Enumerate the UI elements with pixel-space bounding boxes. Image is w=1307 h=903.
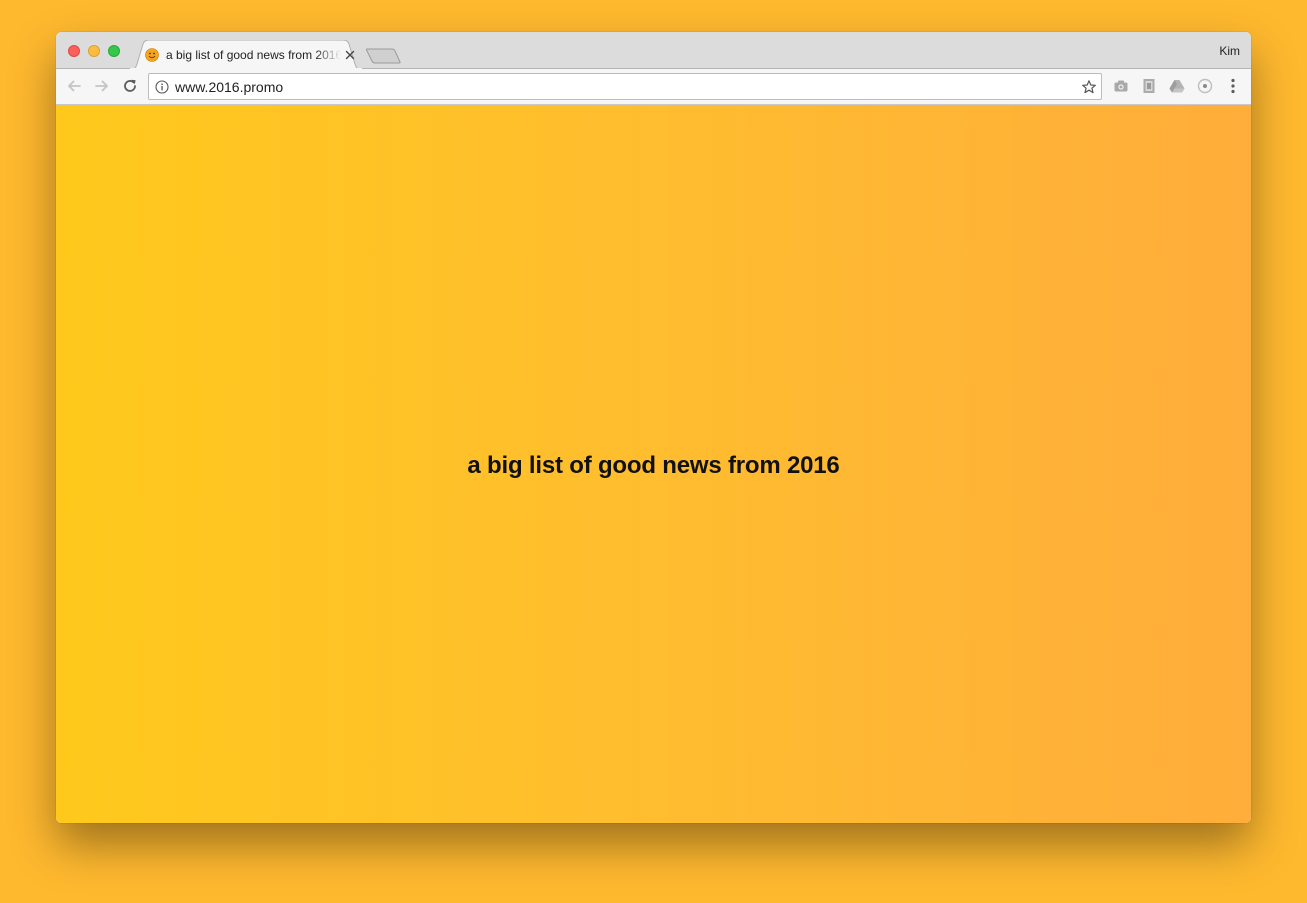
page-content: a big list of good news from 2016 (56, 105, 1251, 823)
bookmark-star-icon[interactable] (1081, 79, 1097, 95)
page-headline: a big list of good news from 2016 (467, 452, 840, 479)
tab-strip: a big list of good news from 2016 Kim (56, 32, 1251, 70)
tab-title: a big list of good news from 2016 (166, 48, 341, 62)
forward-arrow-icon[interactable] (93, 77, 111, 95)
close-window-button[interactable] (68, 45, 80, 57)
browser-toolbar (56, 69, 1251, 105)
camera-extension-icon[interactable] (1112, 77, 1130, 95)
profile-name[interactable]: Kim (1219, 44, 1240, 58)
drive-extension-icon[interactable] (1168, 77, 1186, 95)
back-arrow-icon[interactable] (65, 77, 83, 95)
url-input[interactable] (175, 79, 1055, 95)
document-extension-icon[interactable] (1140, 77, 1158, 95)
tab-active[interactable]: a big list of good news from 2016 (129, 40, 363, 70)
info-icon[interactable] (155, 80, 169, 94)
browser-window: a big list of good news from 2016 Kim ww… (56, 32, 1251, 823)
minimize-window-button[interactable] (88, 45, 100, 57)
maximize-window-button[interactable] (108, 45, 120, 57)
close-tab-icon[interactable] (343, 48, 357, 62)
reload-icon[interactable] (121, 77, 139, 95)
menu-dots-icon[interactable] (1224, 77, 1242, 95)
smiley-face-icon (145, 48, 159, 62)
address-bar[interactable] (148, 73, 1102, 100)
new-tab-button[interactable] (366, 48, 402, 64)
circle-extension-icon[interactable] (1196, 77, 1214, 95)
